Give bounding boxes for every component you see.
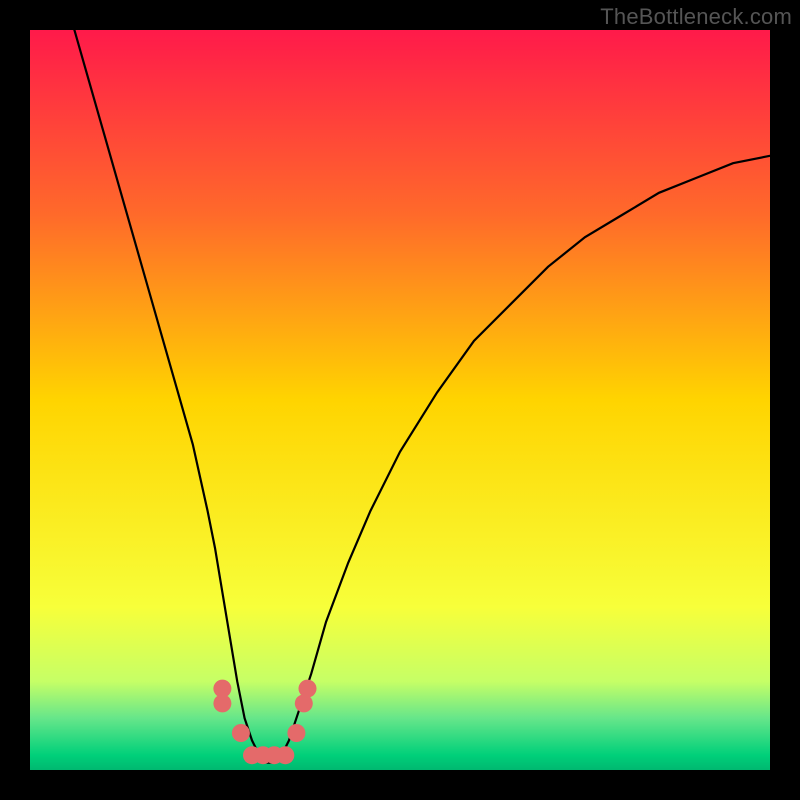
gradient-background xyxy=(30,30,770,770)
highlight-dot xyxy=(299,680,317,698)
highlight-dot xyxy=(276,746,294,764)
chart-frame xyxy=(30,30,770,770)
highlight-dot xyxy=(213,694,231,712)
watermark-text: TheBottleneck.com xyxy=(600,4,792,30)
highlight-dot xyxy=(287,724,305,742)
highlight-dot xyxy=(232,724,250,742)
bottleneck-chart xyxy=(30,30,770,770)
